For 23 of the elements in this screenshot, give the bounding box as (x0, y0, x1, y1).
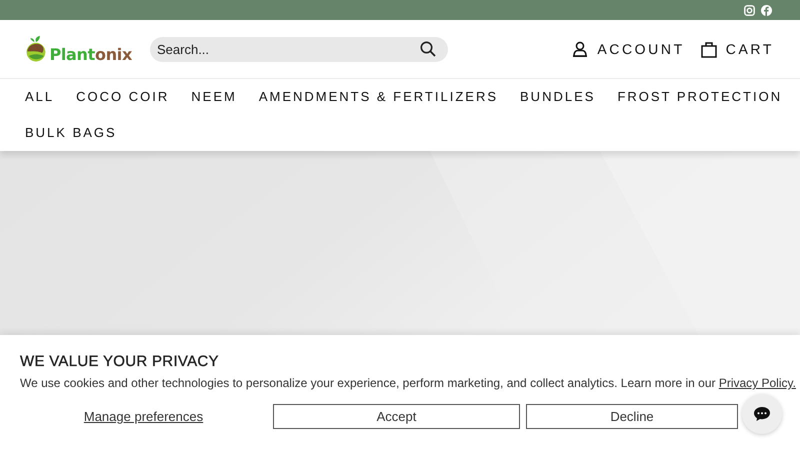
instagram-icon[interactable] (744, 4, 755, 16)
facebook-icon[interactable] (761, 4, 772, 16)
bag-icon (700, 40, 717, 58)
privacy-title: WE VALUE YOUR PRIVACY (20, 353, 220, 371)
nav-link[interactable]: BUNDLES (520, 79, 596, 115)
accept-button[interactable]: Accept (273, 404, 520, 429)
nav-link[interactable]: FROST PROTECTION (617, 79, 782, 115)
manage-preferences-link[interactable]: Manage preferences (20, 409, 267, 424)
nav-link[interactable]: BULK BAGS (25, 115, 117, 151)
account-link[interactable]: ACCOUNT (572, 41, 685, 57)
cart-link[interactable]: CART (700, 40, 774, 58)
nav-link[interactable]: AMENDMENTS & FERTILIZERS (258, 79, 498, 115)
nav-link[interactable]: NEEM (191, 79, 237, 115)
logo-text[interactable]: Plantonix (49, 45, 132, 64)
privacy-policy-link[interactable]: Privacy Policy. (718, 376, 796, 390)
person-icon (572, 41, 588, 57)
privacy-text: We use cookies and other technologies to personalize your experience, perform marketing, and collect analytics. Learn more in our Privacy Policy. (20, 375, 796, 391)
nav-link[interactable]: ALL (25, 79, 54, 115)
search-icon[interactable] (420, 41, 436, 57)
chat-icon (753, 406, 771, 422)
search-field[interactable]: Search... (150, 36, 448, 62)
nav-link[interactable]: COCO COIR (76, 79, 170, 115)
decline-button[interactable]: Decline (526, 404, 738, 429)
